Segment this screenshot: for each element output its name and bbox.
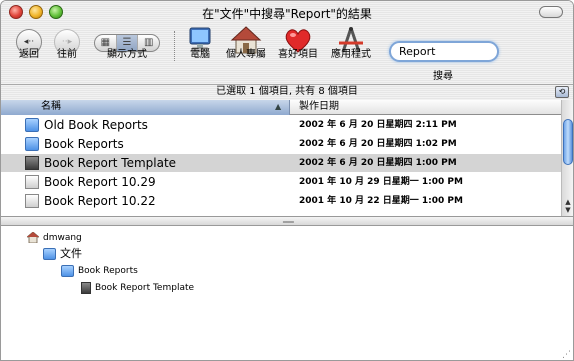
status-text: 已選取 1 個項目, 共有 8 個項目 (216, 86, 358, 97)
scroll-arrows-icon[interactable]: ▲ ▼ (563, 198, 573, 214)
path-file-label: Book Report Template (95, 283, 195, 293)
applications-item[interactable]: 應用程式 (325, 1, 377, 61)
path-home-label: dmwang (43, 233, 82, 243)
path-documents[interactable]: 文件 (43, 247, 82, 261)
toolbar-toggle-button[interactable] (539, 6, 563, 18)
path-home[interactable]: dmwang (27, 231, 82, 245)
list-item[interactable]: Old Book Reports 2002 年 6 月 20 日星期四 2:11… (1, 116, 561, 134)
finder-window: 在"文件"中搜尋"Report"的結果 ◂·· 返回 ··▸ 往前 ▦ ☰ ▥ … (0, 0, 574, 361)
template-document-icon (81, 281, 91, 294)
list-item-selected[interactable]: Book Report Template 2002 年 6 月 20 日星期四 … (1, 154, 561, 172)
favorites-item[interactable]: 喜好項目 (274, 1, 322, 61)
file-name: Book Reports (44, 137, 124, 151)
path-folder[interactable]: Book Reports (61, 264, 138, 278)
path-folder-label: Book Reports (78, 266, 138, 276)
template-document-icon (25, 156, 39, 170)
document-icon (25, 194, 39, 208)
column-header: 名稱 ▲ 製作日期 (1, 100, 561, 115)
search-item: 搜尋 (421, 23, 465, 82)
forward-label: 往前 (57, 49, 77, 60)
folder-icon (25, 118, 39, 132)
file-list: Old Book Reports 2002 年 6 月 20 日星期四 2:11… (1, 116, 561, 212)
date-column-header[interactable]: 製作日期 (299, 100, 339, 114)
file-date: 2001 年 10 月 29 日星期一 1:00 PM (299, 177, 463, 187)
toolbar-separator (174, 31, 175, 61)
forward-item[interactable]: ··▸ 往前 (49, 1, 85, 61)
status-bar: 已選取 1 個項目, 共有 8 個項目 ⟲ (1, 84, 573, 100)
computer-label: 電腦 (190, 49, 210, 60)
applications-label: 應用程式 (331, 49, 371, 60)
path-file[interactable]: Book Report Template (81, 281, 194, 295)
list-item[interactable]: Book Reports 2002 年 6 月 20 日星期四 1:02 PM (1, 135, 561, 153)
folder-icon (25, 137, 39, 151)
list-item[interactable]: Book Report 10.29 2001 年 10 月 29 日星期一 1:… (1, 173, 561, 191)
pane-splitter[interactable]: ═══ (1, 216, 573, 226)
computer-item[interactable]: 電腦 (182, 1, 218, 61)
file-name: Old Book Reports (44, 118, 148, 132)
file-date: 2001 年 10 月 22 日星期一 1:00 PM (299, 196, 463, 206)
file-name: Book Report Template (44, 156, 177, 170)
document-icon (25, 175, 39, 189)
resize-grip-icon[interactable]: ⋰ (562, 350, 571, 360)
name-column-label: 名稱 (41, 101, 61, 112)
sort-arrow-icon: ▲ (275, 102, 282, 111)
back-item[interactable]: ◂·· 返回 (11, 1, 47, 61)
folder-icon (61, 264, 74, 277)
home-label: 個人專屬 (226, 49, 266, 60)
sync-icon[interactable]: ⟲ (555, 86, 569, 98)
name-column-header[interactable]: 名稱 ▲ (1, 100, 290, 115)
file-date: 2002 年 6 月 20 日星期四 1:02 PM (299, 139, 457, 149)
view-item: 顯示方式 (94, 1, 160, 61)
path-pane: dmwang 文件 Book Reports Book Report Templ… (1, 227, 573, 360)
file-date: 2002 年 6 月 20 日星期四 1:00 PM (299, 158, 457, 168)
view-label: 顯示方式 (107, 49, 147, 60)
vertical-scrollbar[interactable]: ▲ ▼ (561, 100, 573, 216)
back-label: 返回 (19, 49, 39, 60)
scroll-thumb[interactable] (563, 119, 573, 165)
toolbar-area: 在"文件"中搜尋"Report"的結果 ◂·· 返回 ··▸ 往前 ▦ ☰ ▥ … (1, 1, 573, 84)
documents-folder-icon (43, 248, 56, 260)
path-documents-label: 文件 (60, 247, 82, 260)
list-item[interactable]: Book Report 10.22 2001 年 10 月 22 日星期一 1:… (1, 192, 561, 210)
splitter-grip-icon[interactable]: ═══ (283, 219, 294, 226)
file-name: Book Report 10.22 (44, 194, 156, 208)
file-date: 2002 年 6 月 20 日星期四 2:11 PM (299, 120, 457, 130)
search-label: 搜尋 (433, 71, 453, 82)
home-item[interactable]: 個人專屬 (222, 1, 270, 61)
home-icon (27, 232, 39, 243)
file-name: Book Report 10.29 (44, 175, 156, 189)
favorites-label: 喜好項目 (278, 49, 318, 60)
